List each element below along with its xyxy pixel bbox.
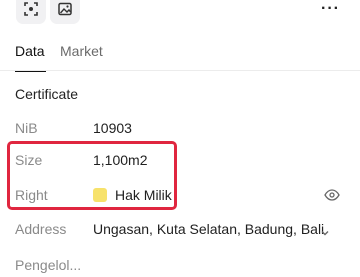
field-label: Pengelol... [15, 257, 82, 273]
highlight-box [7, 141, 177, 210]
tab-market[interactable]: Market [60, 42, 103, 60]
chevron-down-icon[interactable] [320, 224, 330, 242]
eye-icon[interactable] [324, 188, 340, 206]
tab-data[interactable]: Data [15, 42, 45, 60]
toolbar: ··· [0, 0, 360, 26]
field-row-address: Address Ungasan, Kuta Selatan, Badung, B… [15, 221, 345, 241]
image-icon [58, 2, 72, 16]
image-button[interactable] [50, 0, 80, 24]
more-options-button[interactable]: ··· [321, 1, 340, 17]
field-row-pengelola: Pengelol... [15, 257, 345, 277]
scan-icon [24, 2, 38, 16]
tabs-divider [0, 70, 360, 71]
field-row-nib: NiB 10903 [15, 120, 345, 140]
field-value: 10903 [93, 120, 132, 136]
field-value: Ungasan, Kuta Selatan, Badung, Bali [93, 221, 325, 237]
scan-button[interactable] [16, 0, 46, 24]
field-label: NiB [15, 120, 38, 136]
section-title: Certificate [15, 86, 79, 102]
field-label: Address [15, 221, 67, 237]
